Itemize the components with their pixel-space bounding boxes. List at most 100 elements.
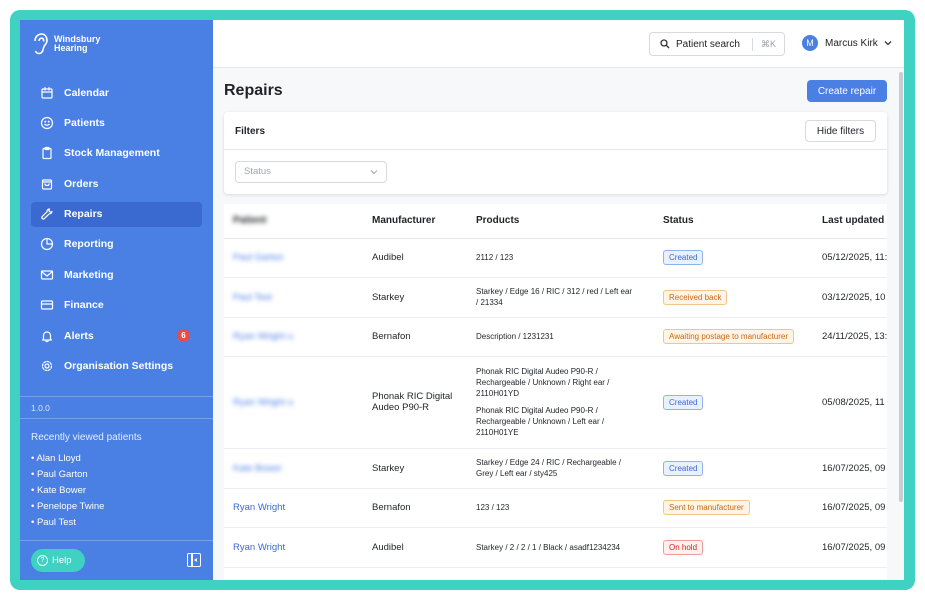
cell-patient: Paul Test: [224, 277, 363, 318]
sidebar-item-orders[interactable]: Orders: [31, 171, 202, 196]
mail-icon: [40, 268, 54, 282]
patient-link[interactable]: Ryan Wright: [233, 502, 285, 513]
table-row[interactable]: Kate Bower Starkey Starkey / Edge 24 / RIC…: [224, 448, 887, 489]
cell-manufacturer: Bernafon: [363, 488, 467, 528]
brand-line-2: Hearing: [54, 43, 88, 53]
sidebar-item-repairs[interactable]: Repairs: [31, 201, 202, 227]
recent-patient-link[interactable]: • Penelope Twine: [31, 499, 142, 515]
status-badge: Received back: [663, 289, 728, 305]
column-header-manufacturer[interactable]: Manufacturer: [363, 204, 467, 239]
cell-patient: Ryan Wright u: [224, 317, 363, 357]
patient-search-button[interactable]: Patient search ⌘K: [649, 32, 785, 56]
sidebar-item-label: Organisation Settings: [64, 360, 174, 373]
cell-status: Created: [654, 356, 813, 449]
chevron-down-icon: [370, 170, 378, 175]
avatar: M: [802, 35, 818, 51]
gear-icon: [40, 359, 54, 373]
cell-status: Sent to manufacturer: [654, 488, 813, 528]
sidebar-item-patients[interactable]: Patients: [31, 110, 202, 135]
filters-title: Filters: [235, 126, 266, 137]
sidebar-item-label: Finance: [64, 299, 104, 312]
table-row[interactable]: Paul Test Starkey Starkey / Edge 16 / RIC …: [224, 277, 887, 318]
bag-icon: [40, 177, 54, 191]
sidebar-item-label: Orders: [64, 177, 99, 190]
collapse-sidebar-icon[interactable]: [187, 553, 201, 567]
recent-patients-list: • Alan Lloyd • Paul Garton • Kate Bower • P…: [31, 451, 142, 531]
cell-patient: Ryan Wright: [224, 488, 363, 528]
filters-panel: Filters Hide filters Status: [224, 112, 887, 194]
cell-products: 2112 / 123: [467, 238, 654, 278]
patient-link[interactable]: Ryan Wright u: [233, 331, 293, 342]
cell-manufacturer: Audibel: [363, 238, 467, 278]
cell-products: 123 / 123: [467, 488, 654, 528]
column-header-last-updated[interactable]: Last updated: [813, 204, 887, 239]
sidebar-item-organisation-settings[interactable]: Organisation Settings: [31, 354, 202, 379]
cell-last-updated: 16/07/2025, 09: [813, 488, 887, 528]
table-row[interactable]: Ryan Wright Audibel Starkey / 2 / 2 / 1 / …: [224, 527, 887, 568]
recent-patient-link[interactable]: • Paul Test: [31, 515, 142, 531]
hide-filters-button[interactable]: Hide filters: [805, 120, 876, 142]
cell-products: Starkey / 2 / 2 / 1 / Black / asadf12342…: [467, 527, 654, 568]
table-row[interactable]: Paul Garton Audibel 2112 / 123 Created 05/12…: [224, 238, 887, 278]
brand-name: Windsbury Hearing: [54, 35, 100, 53]
status-badge: Created: [663, 250, 704, 265]
scrollbar[interactable]: [899, 72, 903, 502]
sidebar-item-alerts[interactable]: Alerts 6: [31, 323, 202, 348]
cell-status: On hold: [654, 527, 813, 568]
cell-manufacturer: Audibel: [363, 527, 467, 568]
column-header-products[interactable]: Products: [467, 204, 654, 239]
sidebar-item-label: Stock Management: [64, 147, 160, 160]
status-filter-select[interactable]: Status: [235, 161, 387, 183]
table-body: Paul Garton Audibel 2112 / 123 Created 05/12…: [224, 238, 887, 568]
patient-link[interactable]: Ryan Wright: [233, 542, 285, 553]
cell-patient: Kate Bower: [224, 448, 363, 489]
sidebar-item-reporting[interactable]: Reporting: [31, 232, 202, 257]
patient-link[interactable]: Ryan Wright u: [233, 397, 293, 408]
smile-icon: [40, 116, 54, 130]
table-row[interactable]: Ryan Wright Bernafon 123 / 123 Sent to manu…: [224, 488, 887, 528]
calendar-icon: [40, 86, 54, 100]
status-filter-placeholder: Status: [244, 166, 271, 177]
cell-status: Created: [654, 448, 813, 489]
recent-patients-title: Recently viewed patients: [31, 432, 142, 443]
recent-patient-link[interactable]: • Paul Garton: [31, 467, 142, 483]
sidebar-footer: ? Help: [20, 540, 213, 580]
create-repair-button[interactable]: Create repair: [807, 80, 887, 102]
product-line: 2110H01YD: [476, 389, 519, 398]
cell-manufacturer: Bernafon: [363, 317, 467, 357]
sidebar-item-stock-management[interactable]: Stock Management: [31, 141, 202, 166]
brand[interactable]: Windsbury Hearing: [20, 20, 213, 68]
product-line: Rechargeable / Unknown / Left ear /: [476, 417, 605, 426]
top-bar: Patient search ⌘K M Marcus Kirk: [213, 20, 904, 68]
cell-last-updated: 24/11/2025, 13:: [813, 317, 887, 357]
column-header-status[interactable]: Status: [654, 204, 813, 239]
sidebar-item-calendar[interactable]: Calendar: [31, 80, 202, 105]
product-line: Starkey / Edge 16 / RIC / 312 / red / Le…: [476, 287, 633, 296]
table-row[interactable]: Ryan Wright u Bernafon Description / 12312…: [224, 317, 887, 357]
cell-patient: Paul Garton: [224, 238, 363, 278]
column-header-patient[interactable]: Patient: [224, 204, 363, 239]
status-badge: Created: [663, 460, 704, 476]
patient-link[interactable]: Kate Bower: [233, 463, 282, 474]
cell-last-updated: 16/07/2025, 09: [813, 527, 887, 568]
product-line: 2110H01YE: [476, 428, 519, 437]
sidebar-item-finance[interactable]: Finance: [31, 293, 202, 318]
recent-patient-link[interactable]: • Alan Lloyd: [31, 451, 142, 467]
patient-link[interactable]: Paul Garton: [233, 252, 284, 263]
help-label: Help: [52, 555, 72, 566]
status-badge: Sent to manufacturer: [663, 500, 750, 515]
table-row[interactable]: Ryan Wright u Phonak RIC Digital Audeo P9…: [224, 356, 887, 449]
patient-link[interactable]: Paul Test: [233, 292, 272, 303]
credit-card-icon: [40, 298, 54, 312]
main-content: Patient search ⌘K M Marcus Kirk Repairs …: [213, 20, 904, 580]
sidebar-item-marketing[interactable]: Marketing: [31, 262, 202, 287]
help-button[interactable]: ? Help: [31, 549, 85, 572]
status-badge: Created: [663, 394, 704, 410]
product-line: Phonak RIC Digital Audeo P90-R /: [476, 367, 598, 376]
product-line: / 21334: [476, 298, 503, 307]
status-badge: On hold: [663, 539, 704, 555]
recent-patient-link[interactable]: • Kate Bower: [31, 483, 142, 499]
divider: [224, 149, 887, 150]
user-menu[interactable]: M Marcus Kirk: [802, 35, 892, 51]
cell-status: Created: [654, 238, 813, 278]
